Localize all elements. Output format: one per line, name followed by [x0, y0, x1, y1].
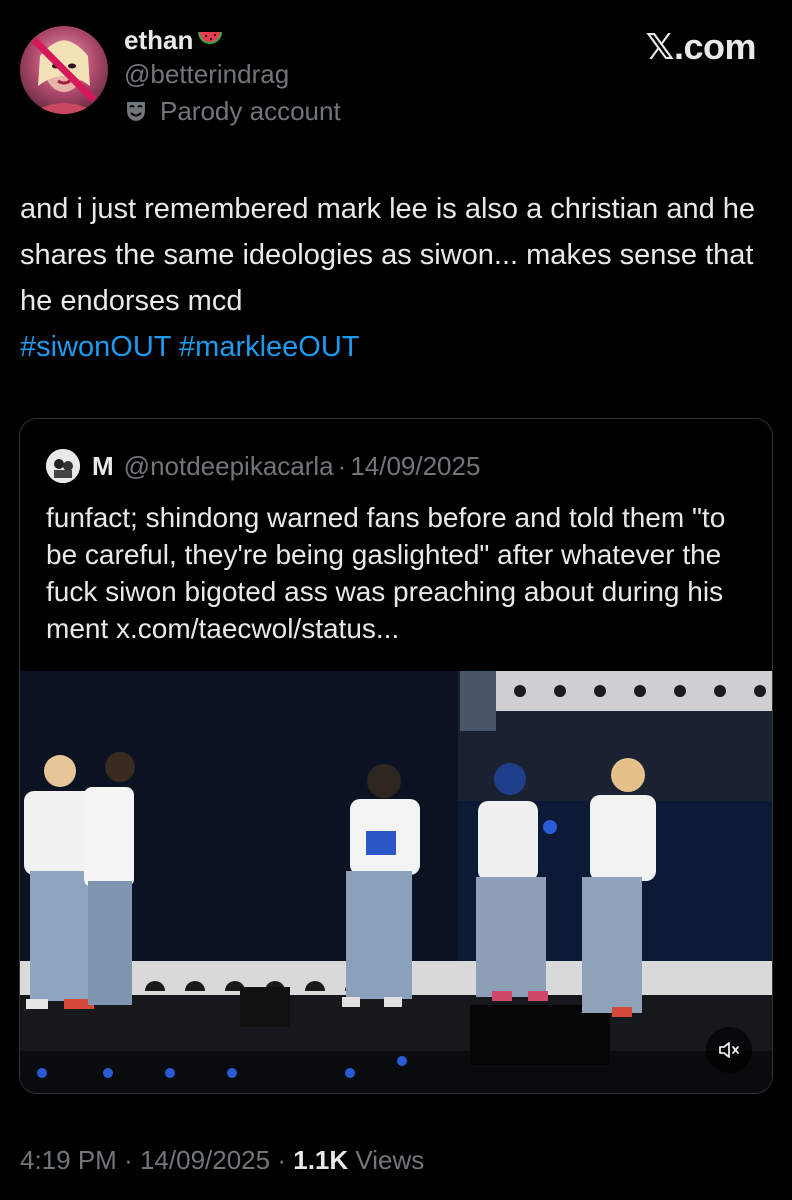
hashtag-link[interactable]: #siwonOUT: [20, 331, 171, 363]
watermelon-emoji-icon: [198, 32, 223, 44]
separator-dot: ·: [277, 1145, 287, 1175]
tweet-text: and i just remembered mark lee is also a…: [20, 193, 756, 317]
quoted-tweet-card[interactable]: M @notdeepikacarla · 14/09/2025 funfact;…: [19, 418, 773, 1094]
concert-stage-image: [20, 671, 772, 1093]
quoted-tweet-text: funfact; shindong warned fans before and…: [46, 502, 726, 644]
tweet-date[interactable]: 14/09/2025: [140, 1145, 270, 1175]
quoted-author-name: M: [92, 451, 114, 481]
tweet-footer: 4:19 PM · 14/09/2025 · 1.1K Views: [20, 1142, 424, 1178]
views-label: Views: [355, 1145, 425, 1175]
parody-label-text: Parody account: [160, 96, 341, 126]
tweet-header: ethan @betterindrag Parody account 𝕏.com: [20, 24, 772, 126]
author-avatar[interactable]: [20, 26, 108, 114]
speaker-muted-icon: [719, 1042, 739, 1058]
author-handle[interactable]: @betterindrag: [124, 56, 341, 92]
quoted-author-avatar: [46, 449, 80, 483]
x-logo[interactable]: 𝕏.com: [645, 26, 756, 68]
quoted-tweet-header: M @notdeepikacarla · 14/09/2025: [46, 449, 480, 483]
mute-toggle-button[interactable]: [706, 1027, 752, 1073]
separator-dot: ·: [124, 1145, 133, 1175]
hashtag-link[interactable]: #markleeOUT: [179, 331, 360, 363]
separator-dot: ·: [337, 451, 347, 481]
quoted-tweet-date: 14/09/2025: [350, 451, 481, 481]
tweet-body: and i just remembered mark lee is also a…: [20, 186, 760, 370]
views-count[interactable]: 1.1K: [293, 1145, 348, 1175]
parody-label: Parody account: [124, 92, 341, 130]
quoted-tweet-video[interactable]: [20, 671, 772, 1093]
quoted-author-handle: @notdeepikacarla: [123, 451, 334, 481]
performer-2: [84, 752, 135, 1005]
parody-mask-icon: [127, 102, 145, 121]
tweet-time[interactable]: 4:19 PM: [20, 1145, 117, 1175]
author-display-name[interactable]: ethan: [124, 24, 193, 56]
